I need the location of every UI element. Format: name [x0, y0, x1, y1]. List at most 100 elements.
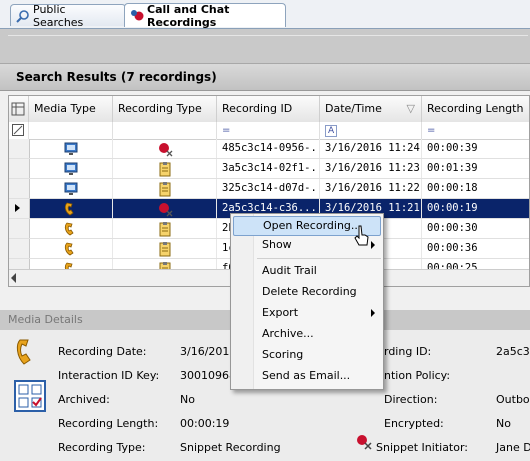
table-row[interactable]: 3a5c3c14-02f1-...3/16/2016 11:23...00:01…	[9, 159, 529, 179]
detail-label: Recording Length:	[58, 417, 159, 430]
row-selector[interactable]	[9, 159, 30, 178]
menu-item-scoring[interactable]: Scoring	[233, 345, 381, 365]
filter-recording-length[interactable]: =	[422, 122, 529, 139]
cell-date-time: 3/16/2016 11:23...	[320, 159, 422, 178]
menu-item-export[interactable]: Export	[233, 303, 381, 323]
cell-recording-id: 325c3c14-d07d-...	[217, 179, 320, 198]
column-media-type[interactable]: Media Type	[29, 96, 113, 122]
submenu-arrow-icon	[371, 309, 375, 317]
column-recording-length[interactable]: Recording Length	[422, 96, 529, 122]
snippet-icon	[159, 143, 173, 157]
row-selector[interactable]	[9, 139, 30, 158]
submenu-arrow-icon	[371, 241, 375, 249]
menu-item-audit-trail[interactable]: Audit Trail	[233, 261, 381, 281]
row-selector[interactable]	[9, 179, 30, 198]
cell-recording-length: 00:00:18	[422, 179, 529, 198]
detail-label: Recording Date:	[58, 345, 147, 358]
cell-recording-length: 00:00:30	[422, 219, 529, 238]
filter-date-time[interactable]: A	[320, 122, 422, 139]
cell-recording-id: 3a5c3c14-02f1-...	[217, 159, 320, 178]
column-date-time-label: Date/Time	[325, 102, 382, 115]
recordings-icon	[131, 10, 144, 21]
filter-recording-id[interactable]: =	[217, 122, 320, 139]
search-icon	[16, 10, 29, 23]
phone-icon	[64, 222, 74, 236]
detail-value: 3/16/2016	[180, 345, 237, 358]
detail-label: Interaction ID Key:	[58, 369, 160, 382]
cell-media-type	[29, 239, 113, 258]
column-recording-type[interactable]: Recording Type	[113, 96, 217, 122]
tab-label: Public Searches	[33, 2, 84, 29]
clear-filter-icon[interactable]	[9, 122, 29, 139]
scoring-icon	[14, 380, 46, 412]
filter-recording-type[interactable]	[113, 122, 217, 139]
table-row[interactable]: 325c3c14-d07d-...3/16/2016 11:22...00:00…	[9, 179, 529, 199]
recording-clipboard-icon	[159, 242, 171, 257]
screen-recording-icon	[64, 142, 78, 155]
scroll-left-icon[interactable]	[11, 273, 16, 283]
detail-value: No	[180, 393, 195, 406]
detail-value: 00:00:19	[180, 417, 230, 430]
current-row-icon	[15, 204, 20, 212]
cell-recording-length: 00:00:19	[422, 199, 529, 218]
cell-recording-type	[113, 199, 217, 218]
cell-media-type	[29, 219, 113, 238]
cell-recording-type	[113, 159, 217, 178]
menu-separator	[257, 258, 381, 259]
detail-label: ntion Policy:	[384, 369, 451, 382]
recording-clipboard-icon	[159, 162, 171, 177]
detail-value: Snippet Recording	[180, 441, 281, 454]
search-options-band	[0, 29, 530, 64]
detail-label: rding ID:	[384, 345, 432, 358]
column-date-time[interactable]: Date/Time ▽	[320, 96, 422, 122]
snippet-icon	[357, 435, 372, 450]
cell-date-time: 3/16/2016 11:22...	[320, 179, 422, 198]
menu-item-send-as-email[interactable]: Send as Email...	[233, 366, 381, 386]
recording-clipboard-icon	[159, 182, 171, 197]
mouse-cursor-icon	[354, 225, 369, 246]
screen-recording-icon	[64, 162, 78, 175]
tab-call-and-chat-recordings[interactable]: Call and Chat Recordings	[124, 2, 286, 29]
detail-value: No	[496, 417, 511, 430]
cell-recording-type	[113, 239, 217, 258]
column-chooser-icon[interactable]	[9, 96, 29, 122]
grid-header: Media Type Recording Type Recording ID D…	[9, 96, 529, 123]
column-recording-id[interactable]: Recording ID	[217, 96, 320, 122]
cell-media-type	[29, 159, 113, 178]
detail-label: Recording Type:	[58, 441, 146, 454]
cell-recording-length: 00:01:39	[422, 159, 529, 178]
results-title: Search Results (7 recordings)	[0, 63, 530, 91]
tab-public-searches[interactable]: Public Searches	[10, 2, 126, 29]
cell-recording-type	[113, 179, 217, 198]
menu-item-delete-recording[interactable]: Delete Recording	[233, 282, 381, 302]
cell-recording-length: 00:00:39	[422, 139, 529, 158]
row-selector[interactable]	[9, 239, 30, 258]
tab-label: Call and Chat Recordings	[147, 2, 230, 29]
cell-recording-type	[113, 219, 217, 238]
phone-icon	[64, 202, 74, 216]
detail-value: Jane D	[496, 441, 530, 454]
detail-label: Archived:	[58, 393, 110, 406]
cell-recording-id: 485c3c14-0956-...	[217, 139, 320, 158]
row-selector[interactable]	[9, 199, 30, 218]
table-row[interactable]: 485c3c14-0956-...3/16/2016 11:24...00:00…	[9, 139, 529, 159]
cell-media-type	[29, 179, 113, 198]
cell-date-time: 3/16/2016 11:24...	[320, 139, 422, 158]
phone-icon	[16, 339, 31, 365]
detail-value: Outbo	[496, 393, 530, 406]
detail-label: Encrypted:	[384, 417, 444, 430]
row-selector[interactable]	[9, 219, 30, 238]
filter-media-type[interactable]	[29, 122, 113, 139]
detail-label: Snippet Initiator:	[376, 441, 469, 454]
cell-media-type	[29, 199, 113, 218]
sort-descending-icon: ▽	[406, 102, 415, 115]
detail-label: Direction:	[384, 393, 438, 406]
screen-recording-icon	[64, 182, 78, 195]
tab-bar: Public Searches Call and Chat Recordings	[0, 0, 530, 29]
cell-media-type	[29, 139, 113, 158]
cell-recording-type	[113, 139, 217, 158]
menu-item-archive[interactable]: Archive...	[233, 324, 381, 344]
filter-row: = A =	[9, 122, 529, 140]
recording-clipboard-icon	[159, 222, 171, 237]
snippet-icon	[159, 203, 173, 217]
